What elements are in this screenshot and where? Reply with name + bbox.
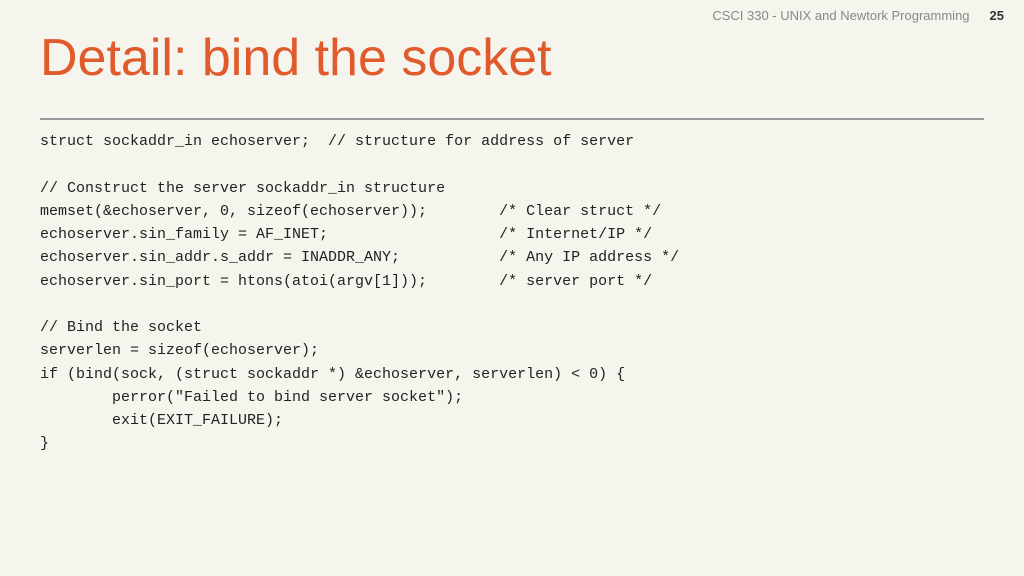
header-bar: CSCI 330 - UNIX and Newtork Programming … bbox=[0, 0, 1024, 31]
course-title: CSCI 330 - UNIX and Newtork Programming bbox=[712, 8, 969, 23]
divider bbox=[40, 118, 984, 120]
slide-number: 25 bbox=[990, 8, 1004, 23]
code-block: struct sockaddr_in echoserver; // struct… bbox=[40, 130, 984, 456]
slide-title: Detail: bind the socket bbox=[40, 28, 552, 88]
slide-container: CSCI 330 - UNIX and Newtork Programming … bbox=[0, 0, 1024, 576]
